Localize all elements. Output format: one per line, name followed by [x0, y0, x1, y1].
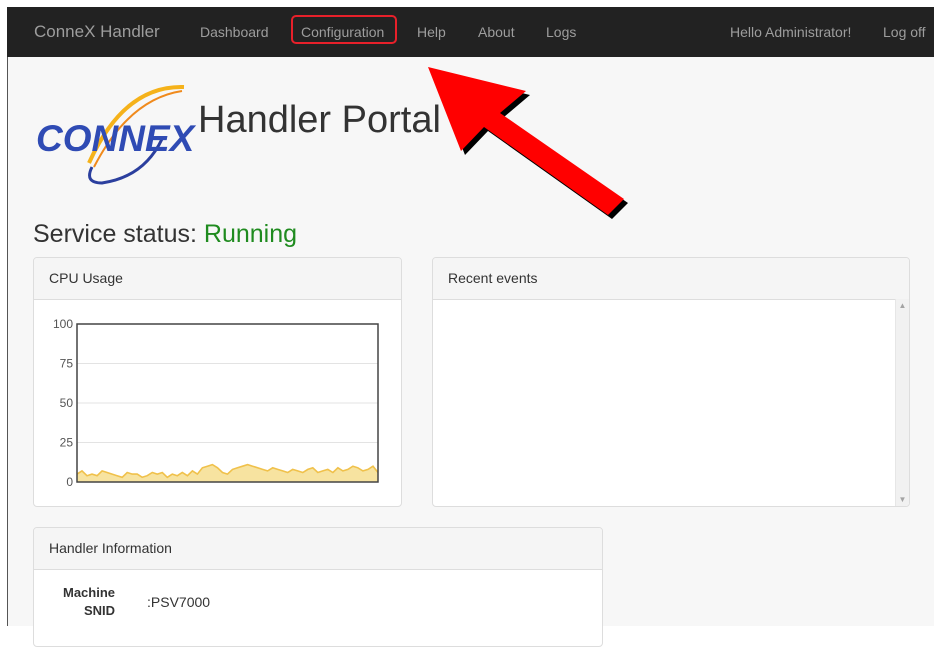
y-tick-label: 100 — [53, 317, 73, 331]
handler-information-heading: Handler Information — [34, 528, 602, 570]
service-status-label: Service status: — [33, 220, 197, 248]
nav-help[interactable]: Help — [417, 7, 446, 57]
cpu-usage-panel: CPU Usage 0 25 50 75 100 — [33, 257, 402, 507]
page-title: Handler Portal — [198, 99, 441, 141]
nav-logs[interactable]: Logs — [546, 7, 576, 57]
events-scrollbar[interactable]: ▲ ▼ — [895, 299, 909, 506]
scroll-down-icon[interactable]: ▼ — [896, 493, 909, 506]
machine-snid-value: :PSV7000 — [147, 594, 211, 610]
handler-information-panel: Handler Information Machine SNID :PSV700… — [33, 527, 603, 647]
service-status: Service status: Running — [33, 220, 297, 249]
logoff-link[interactable]: Log off — [883, 7, 926, 57]
brand-link[interactable]: ConneX Handler — [34, 7, 160, 57]
connex-logo: CONNEX — [36, 84, 197, 185]
nav-configuration[interactable]: Configuration — [301, 7, 384, 57]
y-tick-label: 75 — [60, 357, 74, 371]
service-status-value: Running — [203, 220, 298, 248]
y-tick-label: 0 — [66, 475, 73, 489]
machine-snid-label: Machine SNID — [62, 585, 115, 618]
red-arrow-annotation — [428, 67, 628, 219]
recent-events-heading: Recent events — [433, 258, 909, 300]
nav-dashboard[interactable]: Dashboard — [200, 7, 269, 57]
scroll-up-icon[interactable]: ▲ — [896, 299, 909, 312]
cpu-usage-chart: 0 25 50 75 100 — [53, 317, 379, 489]
y-tick-label: 50 — [60, 396, 74, 410]
y-tick-label: 25 — [60, 436, 74, 450]
svg-text:CONNEX: CONNEX — [36, 118, 197, 159]
cpu-usage-heading: CPU Usage — [34, 258, 401, 300]
recent-events-panel: Recent events ▲ ▼ — [432, 257, 910, 507]
nav-about[interactable]: About — [478, 7, 515, 57]
top-navbar: ConneX Handler Dashboard Configuration H… — [7, 7, 934, 57]
main-content: CONNEX Handler Portal Service status: Ru… — [8, 57, 934, 647]
greeting-link[interactable]: Hello Administrator! — [730, 7, 851, 57]
